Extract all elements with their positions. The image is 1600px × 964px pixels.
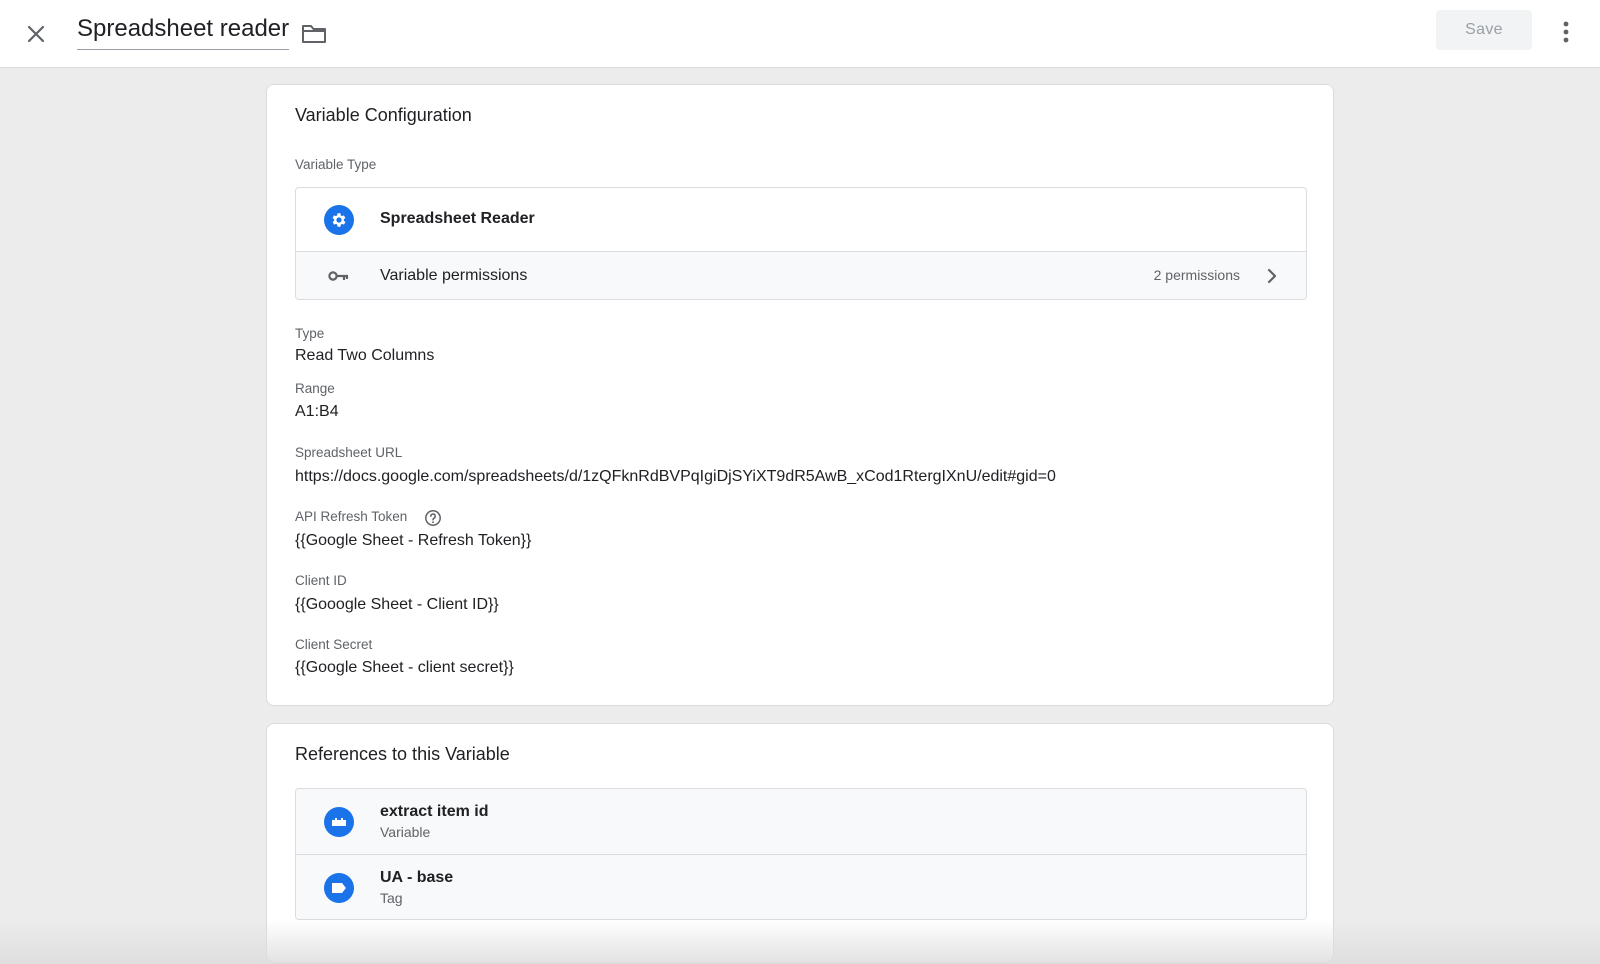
- client-secret-label: Client Secret: [295, 637, 373, 652]
- variable-type-box: Spreadsheet Reader Variable permissions …: [295, 187, 1307, 300]
- reference-type: Tag: [380, 890, 403, 906]
- references-list: extract item id Variable UA - base Tag: [295, 788, 1307, 920]
- client-secret-value: {{Google Sheet - client secret}}: [295, 659, 514, 676]
- reference-type: Variable: [380, 824, 431, 840]
- folder-button[interactable]: [298, 18, 330, 50]
- references-card: References to this Variable extract item…: [266, 723, 1334, 963]
- range-value: A1:B4: [295, 403, 339, 420]
- type-label: Type: [295, 326, 325, 341]
- variable-permissions-label: Variable permissions: [380, 267, 528, 284]
- variable-type-row[interactable]: Spreadsheet Reader: [296, 188, 1306, 252]
- tag-icon: [324, 873, 354, 903]
- page-title[interactable]: Spreadsheet reader: [77, 14, 290, 50]
- references-title: References to this Variable: [295, 744, 510, 764]
- folder-icon: [302, 25, 326, 43]
- spreadsheet-url-label: Spreadsheet URL: [295, 445, 403, 460]
- close-button[interactable]: [18, 16, 54, 52]
- api-refresh-token-value: {{Google Sheet - Refresh Token}}: [295, 532, 532, 549]
- gear-icon: [324, 205, 354, 235]
- chevron-right-icon: [1262, 265, 1282, 287]
- permissions-count: 2 permissions: [1153, 267, 1240, 283]
- variable-icon: [324, 807, 354, 837]
- api-refresh-token-label: API Refresh Token: [295, 509, 408, 524]
- help-icon[interactable]: [424, 509, 442, 527]
- more-options-button[interactable]: [1552, 14, 1580, 50]
- more-vert-icon: [1563, 21, 1569, 43]
- key-icon: [326, 266, 352, 286]
- variable-configuration-card[interactable]: Variable Configuration Variable Type Spr…: [266, 84, 1334, 706]
- spreadsheet-url-value: https://docs.google.com/spreadsheets/d/1…: [295, 468, 1056, 485]
- reference-name: extract item id: [380, 803, 489, 820]
- top-bar: Spreadsheet reader Save: [0, 0, 1600, 68]
- type-value: Read Two Columns: [295, 347, 435, 364]
- reference-item-extract-item-id[interactable]: extract item id Variable: [296, 789, 1306, 855]
- save-button[interactable]: Save: [1436, 10, 1532, 50]
- variable-permissions-row[interactable]: Variable permissions 2 permissions: [296, 252, 1306, 299]
- client-id-label: Client ID: [295, 573, 347, 588]
- variable-type-name: Spreadsheet Reader: [380, 210, 535, 227]
- variable-type-label: Variable Type: [295, 157, 377, 172]
- reference-item-ua-base[interactable]: UA - base Tag: [296, 855, 1306, 919]
- client-id-value: {{Gooogle Sheet - Client ID}}: [295, 596, 499, 613]
- reference-name: UA - base: [380, 869, 454, 886]
- range-label: Range: [295, 381, 335, 396]
- card-title: Variable Configuration: [295, 105, 472, 125]
- close-icon: [27, 25, 45, 43]
